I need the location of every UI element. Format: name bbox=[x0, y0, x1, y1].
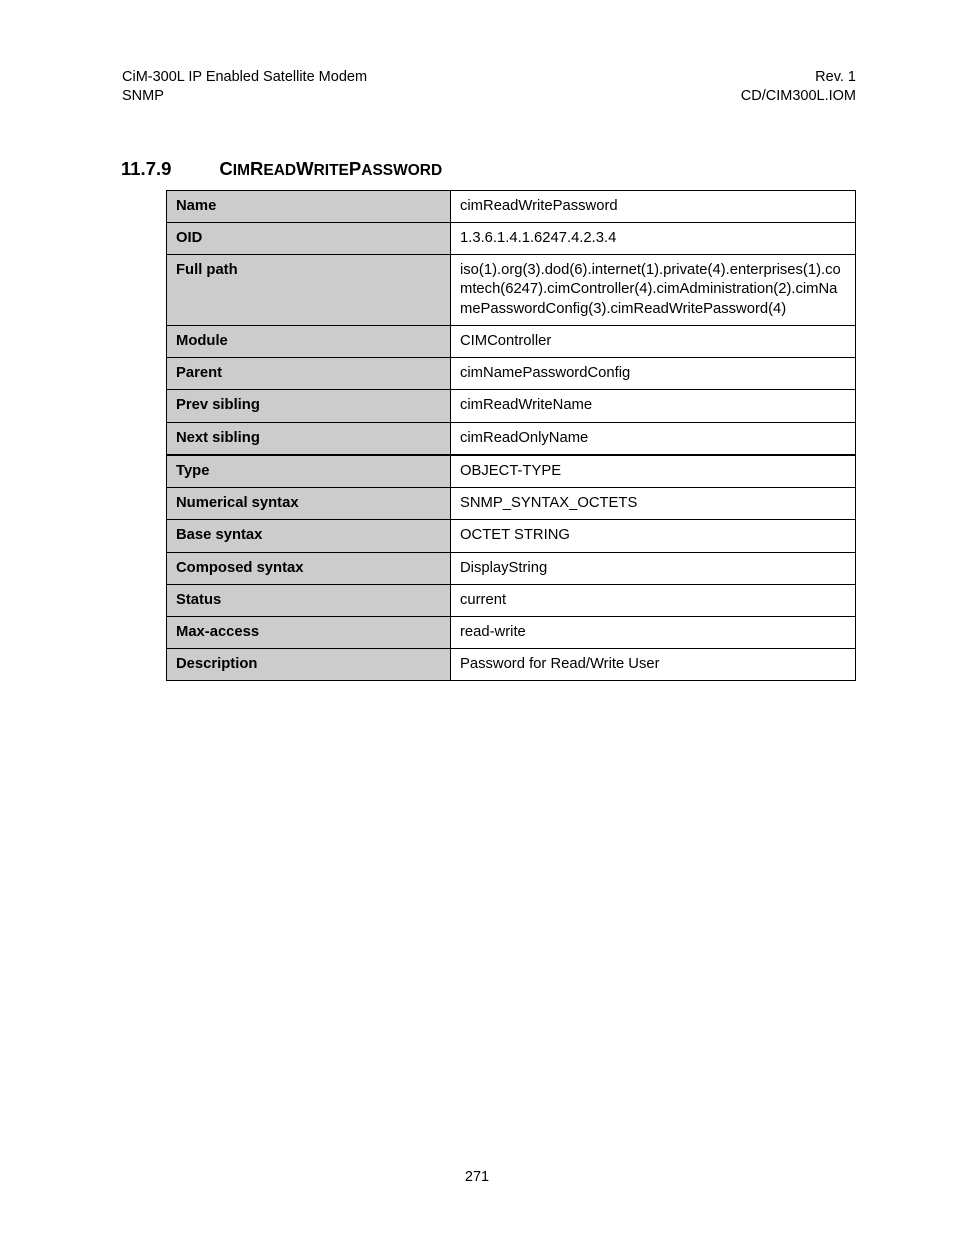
row-value: CIMController bbox=[451, 325, 856, 357]
row-label: Prev sibling bbox=[167, 390, 451, 422]
section-title: CIMREADWRITEPASSWORD bbox=[219, 158, 442, 179]
row-value: DisplayString bbox=[451, 552, 856, 584]
table-row: Next siblingcimReadOnlyName bbox=[167, 422, 856, 455]
table-row: Max-accessread-write bbox=[167, 616, 856, 648]
table-row: Composed syntaxDisplayString bbox=[167, 552, 856, 584]
row-label: Type bbox=[167, 455, 451, 488]
table-row: DescriptionPassword for Read/Write User bbox=[167, 649, 856, 681]
table-row: ParentcimNamePasswordConfig bbox=[167, 358, 856, 390]
header-left-line1: CiM-300L IP Enabled Satellite Modem bbox=[122, 68, 367, 87]
row-label: Module bbox=[167, 325, 451, 357]
row-label: OID bbox=[167, 222, 451, 254]
row-label: Parent bbox=[167, 358, 451, 390]
row-value: SNMP_SYNTAX_OCTETS bbox=[451, 488, 856, 520]
table-row: TypeOBJECT-TYPE bbox=[167, 455, 856, 488]
table-row: OID1.3.6.1.4.1.6247.4.2.3.4 bbox=[167, 222, 856, 254]
row-value: iso(1).org(3).dod(6).internet(1).private… bbox=[451, 255, 856, 326]
row-value: cimReadWriteName bbox=[451, 390, 856, 422]
table-row: Base syntaxOCTET STRING bbox=[167, 520, 856, 552]
page-header: CiM-300L IP Enabled Satellite Modem SNMP… bbox=[122, 68, 856, 106]
row-label: Base syntax bbox=[167, 520, 451, 552]
attribute-table: NamecimReadWritePasswordOID1.3.6.1.4.1.6… bbox=[166, 190, 856, 682]
row-value: Password for Read/Write User bbox=[451, 649, 856, 681]
row-value: cimReadOnlyName bbox=[451, 422, 856, 455]
section-heading: 11.7.9 CIMREADWRITEPASSWORD bbox=[121, 158, 856, 180]
row-label: Numerical syntax bbox=[167, 488, 451, 520]
row-value: read-write bbox=[451, 616, 856, 648]
row-label: Status bbox=[167, 584, 451, 616]
table-row: Full pathiso(1).org(3).dod(6).internet(1… bbox=[167, 255, 856, 326]
page-number: 271 bbox=[0, 1169, 954, 1185]
row-value: OCTET STRING bbox=[451, 520, 856, 552]
header-left-line2: SNMP bbox=[122, 87, 367, 106]
section-number: 11.7.9 bbox=[121, 158, 171, 179]
row-label: Description bbox=[167, 649, 451, 681]
row-value: 1.3.6.1.4.1.6247.4.2.3.4 bbox=[451, 222, 856, 254]
row-value: cimNamePasswordConfig bbox=[451, 358, 856, 390]
header-right-line1: Rev. 1 bbox=[741, 68, 856, 87]
table-row: NamecimReadWritePassword bbox=[167, 190, 856, 222]
row-label: Composed syntax bbox=[167, 552, 451, 584]
row-label: Name bbox=[167, 190, 451, 222]
row-label: Full path bbox=[167, 255, 451, 326]
attribute-table-body: NamecimReadWritePasswordOID1.3.6.1.4.1.6… bbox=[167, 190, 856, 681]
row-value: cimReadWritePassword bbox=[451, 190, 856, 222]
table-row: ModuleCIMController bbox=[167, 325, 856, 357]
header-right-line2: CD/CIM300L.IOM bbox=[741, 87, 856, 106]
table-row: Statuscurrent bbox=[167, 584, 856, 616]
row-label: Next sibling bbox=[167, 422, 451, 455]
table-row: Numerical syntaxSNMP_SYNTAX_OCTETS bbox=[167, 488, 856, 520]
row-value: OBJECT-TYPE bbox=[451, 455, 856, 488]
row-label: Max-access bbox=[167, 616, 451, 648]
row-value: current bbox=[451, 584, 856, 616]
table-row: Prev siblingcimReadWriteName bbox=[167, 390, 856, 422]
